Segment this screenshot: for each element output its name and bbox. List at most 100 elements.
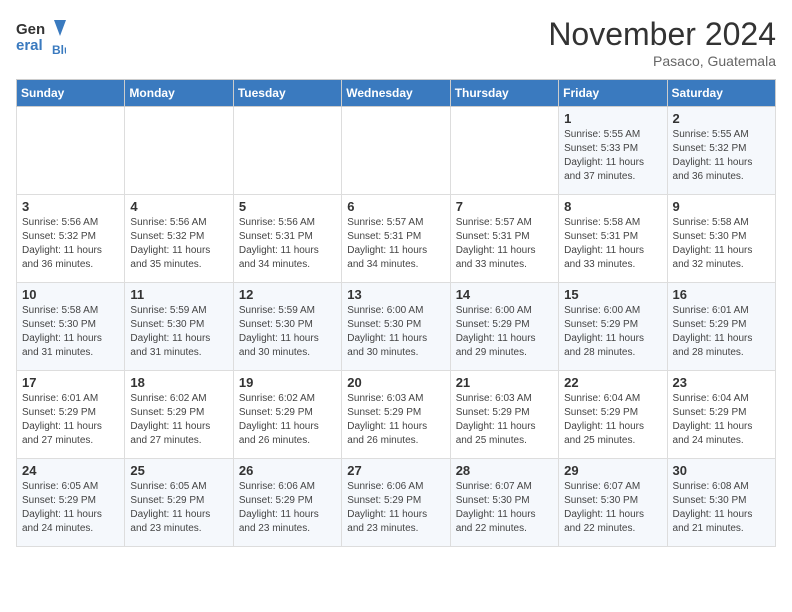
day-info: Sunrise: 6:00 AM Sunset: 5:30 PM Dayligh… <box>347 304 444 360</box>
day-info: Sunrise: 6:06 AM Sunset: 5:29 PM Dayligh… <box>239 480 336 536</box>
day-number: 7 <box>456 199 553 214</box>
week-row-5: 24 Sunrise: 6:05 AM Sunset: 5:29 PM Dayli… <box>17 459 776 547</box>
day-number: 24 <box>22 463 119 478</box>
calendar-cell <box>17 107 125 195</box>
day-number: 17 <box>22 375 119 390</box>
svg-text:Blue: Blue <box>52 43 66 57</box>
location: Pasaco, Guatemala <box>548 53 776 69</box>
week-row-4: 17 Sunrise: 6:01 AM Sunset: 5:29 PM Dayli… <box>17 371 776 459</box>
calendar-cell: 11 Sunrise: 5:59 AM Sunset: 5:30 PM Dayli… <box>125 283 233 371</box>
day-info: Sunrise: 5:59 AM Sunset: 5:30 PM Dayligh… <box>130 304 227 360</box>
header-thursday: Thursday <box>450 80 558 107</box>
calendar-cell: 18 Sunrise: 6:02 AM Sunset: 5:29 PM Dayli… <box>125 371 233 459</box>
calendar-cell: 25 Sunrise: 6:05 AM Sunset: 5:29 PM Dayli… <box>125 459 233 547</box>
day-info: Sunrise: 5:57 AM Sunset: 5:31 PM Dayligh… <box>347 216 444 272</box>
day-info: Sunrise: 6:07 AM Sunset: 5:30 PM Dayligh… <box>456 480 553 536</box>
day-number: 22 <box>564 375 661 390</box>
calendar-cell: 23 Sunrise: 6:04 AM Sunset: 5:29 PM Dayli… <box>667 371 775 459</box>
day-number: 16 <box>673 287 770 302</box>
day-info: Sunrise: 6:02 AM Sunset: 5:29 PM Dayligh… <box>130 392 227 448</box>
calendar-cell: 29 Sunrise: 6:07 AM Sunset: 5:30 PM Dayli… <box>559 459 667 547</box>
header-friday: Friday <box>559 80 667 107</box>
week-row-1: 1 Sunrise: 5:55 AM Sunset: 5:33 PM Daylig… <box>17 107 776 195</box>
day-number: 28 <box>456 463 553 478</box>
week-row-2: 3 Sunrise: 5:56 AM Sunset: 5:32 PM Daylig… <box>17 195 776 283</box>
day-number: 20 <box>347 375 444 390</box>
header-wednesday: Wednesday <box>342 80 450 107</box>
day-info: Sunrise: 6:02 AM Sunset: 5:29 PM Dayligh… <box>239 392 336 448</box>
header-sunday: Sunday <box>17 80 125 107</box>
calendar-cell: 9Sunrise: 5:58 AM Sunset: 5:30 PM Daylig… <box>667 195 775 283</box>
calendar-cell: 26Sunrise: 6:06 AM Sunset: 5:29 PM Dayli… <box>233 459 341 547</box>
week-row-3: 10 Sunrise: 5:58 AM Sunset: 5:30 PM Dayli… <box>17 283 776 371</box>
calendar-cell: 28 Sunrise: 6:07 AM Sunset: 5:30 PM Dayli… <box>450 459 558 547</box>
calendar-cell <box>233 107 341 195</box>
day-info: Sunrise: 5:56 AM Sunset: 5:32 PM Dayligh… <box>130 216 227 272</box>
day-number: 8 <box>564 199 661 214</box>
calendar-cell: 5Sunrise: 5:56 AM Sunset: 5:31 PM Daylig… <box>233 195 341 283</box>
svg-text:eral: eral <box>16 37 43 54</box>
calendar-cell: 15 Sunrise: 6:00 AM Sunset: 5:29 PM Dayli… <box>559 283 667 371</box>
header-monday: Monday <box>125 80 233 107</box>
calendar-cell: 14Sunrise: 6:00 AM Sunset: 5:29 PM Dayli… <box>450 283 558 371</box>
day-number: 1 <box>564 111 661 126</box>
day-info: Sunrise: 5:59 AM Sunset: 5:30 PM Dayligh… <box>239 304 336 360</box>
calendar-cell: 27Sunrise: 6:06 AM Sunset: 5:29 PM Dayli… <box>342 459 450 547</box>
calendar-cell: 21Sunrise: 6:03 AM Sunset: 5:29 PM Dayli… <box>450 371 558 459</box>
day-info: Sunrise: 5:55 AM Sunset: 5:32 PM Dayligh… <box>673 128 770 184</box>
logo-svg: Gen eral Blue <box>16 16 66 58</box>
header-row: SundayMondayTuesdayWednesdayThursdayFrid… <box>17 80 776 107</box>
day-info: Sunrise: 6:05 AM Sunset: 5:29 PM Dayligh… <box>22 480 119 536</box>
calendar-cell: 16 Sunrise: 6:01 AM Sunset: 5:29 PM Dayli… <box>667 283 775 371</box>
calendar-cell: 1 Sunrise: 5:55 AM Sunset: 5:33 PM Daylig… <box>559 107 667 195</box>
title-block: November 2024 Pasaco, Guatemala <box>548 16 776 69</box>
day-info: Sunrise: 6:06 AM Sunset: 5:29 PM Dayligh… <box>347 480 444 536</box>
day-number: 11 <box>130 287 227 302</box>
day-info: Sunrise: 6:03 AM Sunset: 5:29 PM Dayligh… <box>456 392 553 448</box>
day-number: 19 <box>239 375 336 390</box>
day-info: Sunrise: 5:56 AM Sunset: 5:32 PM Dayligh… <box>22 216 119 272</box>
day-number: 15 <box>564 287 661 302</box>
calendar-cell: 17 Sunrise: 6:01 AM Sunset: 5:29 PM Dayli… <box>17 371 125 459</box>
day-number: 2 <box>673 111 770 126</box>
day-info: Sunrise: 6:07 AM Sunset: 5:30 PM Dayligh… <box>564 480 661 536</box>
day-number: 30 <box>673 463 770 478</box>
day-info: Sunrise: 6:00 AM Sunset: 5:29 PM Dayligh… <box>456 304 553 360</box>
calendar-cell: 19 Sunrise: 6:02 AM Sunset: 5:29 PM Dayli… <box>233 371 341 459</box>
calendar-cell: 24 Sunrise: 6:05 AM Sunset: 5:29 PM Dayli… <box>17 459 125 547</box>
day-number: 13 <box>347 287 444 302</box>
day-info: Sunrise: 5:55 AM Sunset: 5:33 PM Dayligh… <box>564 128 661 184</box>
day-info: Sunrise: 6:08 AM Sunset: 5:30 PM Dayligh… <box>673 480 770 536</box>
calendar-cell: 13 Sunrise: 6:00 AM Sunset: 5:30 PM Dayli… <box>342 283 450 371</box>
day-info: Sunrise: 6:03 AM Sunset: 5:29 PM Dayligh… <box>347 392 444 448</box>
day-number: 6 <box>347 199 444 214</box>
day-number: 3 <box>22 199 119 214</box>
calendar-cell: 7Sunrise: 5:57 AM Sunset: 5:31 PM Daylig… <box>450 195 558 283</box>
calendar-cell: 2 Sunrise: 5:55 AM Sunset: 5:32 PM Daylig… <box>667 107 775 195</box>
day-number: 4 <box>130 199 227 214</box>
day-number: 10 <box>22 287 119 302</box>
day-info: Sunrise: 6:05 AM Sunset: 5:29 PM Dayligh… <box>130 480 227 536</box>
day-info: Sunrise: 6:01 AM Sunset: 5:29 PM Dayligh… <box>22 392 119 448</box>
logo: Gen eral Blue <box>16 16 66 58</box>
calendar-cell: 12Sunrise: 5:59 AM Sunset: 5:30 PM Dayli… <box>233 283 341 371</box>
day-info: Sunrise: 5:58 AM Sunset: 5:30 PM Dayligh… <box>22 304 119 360</box>
calendar-cell: 30 Sunrise: 6:08 AM Sunset: 5:30 PM Dayli… <box>667 459 775 547</box>
day-info: Sunrise: 6:04 AM Sunset: 5:29 PM Dayligh… <box>673 392 770 448</box>
calendar-cell <box>125 107 233 195</box>
day-info: Sunrise: 5:58 AM Sunset: 5:31 PM Dayligh… <box>564 216 661 272</box>
day-number: 23 <box>673 375 770 390</box>
day-info: Sunrise: 6:04 AM Sunset: 5:29 PM Dayligh… <box>564 392 661 448</box>
header-saturday: Saturday <box>667 80 775 107</box>
header-tuesday: Tuesday <box>233 80 341 107</box>
calendar-cell: 6 Sunrise: 5:57 AM Sunset: 5:31 PM Daylig… <box>342 195 450 283</box>
day-info: Sunrise: 6:01 AM Sunset: 5:29 PM Dayligh… <box>673 304 770 360</box>
month-title: November 2024 <box>548 16 776 53</box>
calendar-cell: 20 Sunrise: 6:03 AM Sunset: 5:29 PM Dayli… <box>342 371 450 459</box>
calendar-cell: 3 Sunrise: 5:56 AM Sunset: 5:32 PM Daylig… <box>17 195 125 283</box>
day-info: Sunrise: 6:00 AM Sunset: 5:29 PM Dayligh… <box>564 304 661 360</box>
day-number: 18 <box>130 375 227 390</box>
day-number: 25 <box>130 463 227 478</box>
calendar-cell: 22 Sunrise: 6:04 AM Sunset: 5:29 PM Dayli… <box>559 371 667 459</box>
day-number: 29 <box>564 463 661 478</box>
